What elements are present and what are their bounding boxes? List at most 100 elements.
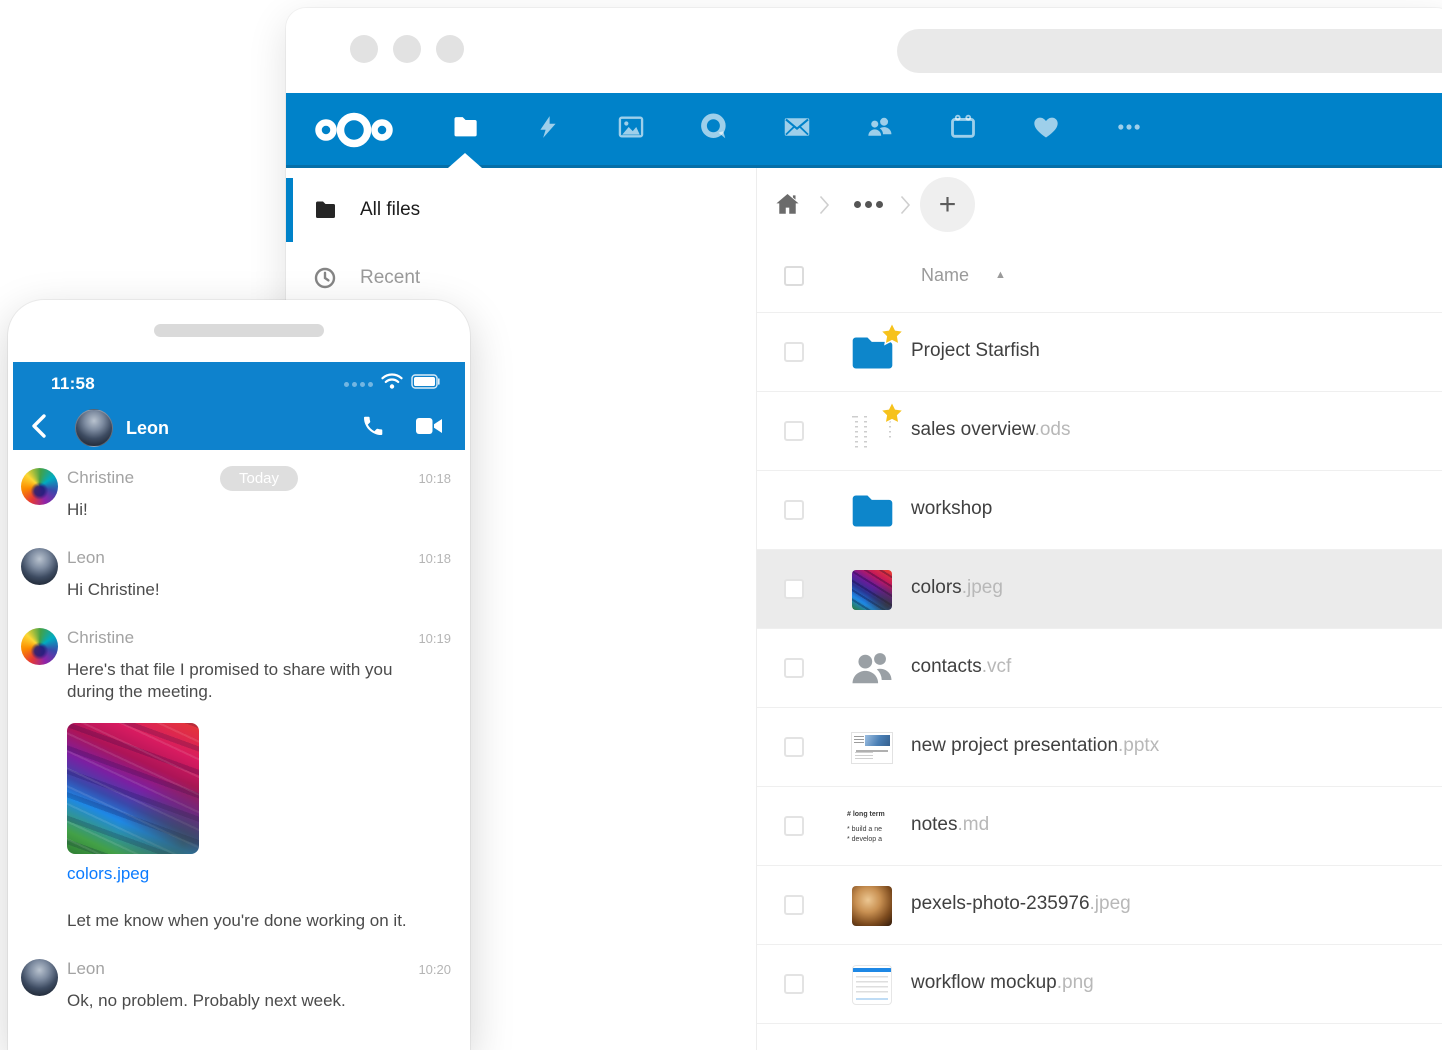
row-checkbox[interactable] — [784, 895, 804, 915]
back-button[interactable] — [29, 413, 49, 444]
message-author: Leon — [67, 959, 105, 978]
row-checkbox[interactable] — [784, 500, 804, 520]
file-list-panel: + Name ▲ Project Starfish — [756, 168, 1442, 1050]
nextcloud-logo-icon[interactable] — [310, 112, 398, 153]
file-icon — [847, 960, 897, 1010]
file-row[interactable]: contacts.vcf — [757, 629, 1442, 708]
activity-app-button[interactable] — [521, 93, 575, 165]
photos-app-button[interactable] — [604, 93, 658, 165]
file-icon — [847, 723, 897, 773]
file-name: Project Starfish — [911, 340, 1040, 362]
message-author: Leon — [67, 548, 105, 567]
files-app-button[interactable] — [438, 93, 492, 165]
video-call-button[interactable] — [415, 415, 443, 442]
name-column-header[interactable]: Name — [921, 265, 969, 286]
phone-screen: 11:58 — [13, 362, 465, 1050]
file-table-body: Project Starfish sales overview.ods work… — [757, 313, 1442, 1024]
voice-call-button[interactable] — [361, 414, 385, 443]
file-icon — [847, 881, 897, 931]
window-control-dot[interactable] — [436, 35, 464, 63]
contacts-app-button[interactable] — [853, 93, 907, 165]
folder-icon — [451, 113, 479, 146]
file-table-header: Name ▲ — [757, 240, 1442, 313]
app-menu — [438, 93, 1156, 165]
mail-icon — [782, 113, 812, 146]
favorite-star-icon — [879, 400, 905, 426]
address-bar[interactable] — [897, 29, 1442, 73]
message-time: 10:20 — [418, 962, 451, 977]
sort-ascending-icon[interactable]: ▲ — [995, 269, 1006, 281]
file-row[interactable]: new project presentation.pptx — [757, 708, 1442, 787]
row-checkbox[interactable] — [784, 816, 804, 836]
message-time: 10:18 — [418, 471, 451, 486]
file-row[interactable]: Project Starfish — [757, 313, 1442, 392]
status-bar-time: 11:58 — [51, 374, 95, 394]
calendar-icon — [949, 113, 977, 146]
row-checkbox[interactable] — [784, 737, 804, 757]
talk-icon — [699, 112, 729, 147]
message-author: Christine — [67, 468, 134, 487]
chat-message-list: Christine Today 10:18 Hi! Leon 10:18 Hi … — [13, 450, 465, 1050]
presentation-thumbnail — [851, 732, 893, 764]
heart-icon — [1031, 113, 1061, 146]
phone-mockup: 11:58 — [8, 300, 470, 1050]
chat-message: Christine Today 10:18 Hi! — [13, 468, 465, 521]
avatar — [21, 548, 58, 585]
phone-speaker — [154, 324, 324, 337]
talk-app-button[interactable] — [687, 93, 741, 165]
row-checkbox[interactable] — [784, 974, 804, 994]
browser-chrome — [286, 8, 1442, 93]
chat-contact-name: Leon — [126, 418, 169, 439]
favorite-star-icon — [879, 321, 905, 347]
row-checkbox[interactable] — [784, 421, 804, 441]
file-name: workshop — [911, 498, 992, 520]
favorites-app-button[interactable] — [1019, 93, 1073, 165]
file-row[interactable]: colors.jpeg — [757, 550, 1442, 629]
window-control-dot[interactable] — [393, 35, 421, 63]
sidebar-item-label: Recent — [360, 267, 420, 289]
chat-message: Leon 10:18 Hi Christine! — [13, 548, 465, 601]
more-apps-button[interactable] — [1102, 93, 1156, 165]
chevron-right-icon — [819, 195, 830, 220]
contacts-icon — [865, 113, 895, 146]
message-time: 10:19 — [418, 631, 451, 646]
row-checkbox[interactable] — [784, 579, 804, 599]
row-checkbox[interactable] — [784, 342, 804, 362]
sidebar-item-all-files[interactable]: All files — [286, 176, 756, 244]
contact-avatar[interactable] — [75, 409, 113, 447]
avatar — [21, 959, 58, 996]
file-icon: # long term* build a ne* develop a — [847, 802, 897, 852]
file-row[interactable]: pexels-photo-235976.jpeg — [757, 866, 1442, 945]
message-body: Hi! — [67, 499, 451, 521]
message-text: Hi Christine! — [67, 579, 427, 601]
mockup-thumbnail — [852, 965, 892, 1005]
message-time: 10:18 — [418, 551, 451, 566]
photo-thumbnail — [852, 886, 892, 926]
folder-icon — [850, 493, 895, 529]
row-checkbox[interactable] — [784, 658, 804, 678]
window-control-dot[interactable] — [350, 35, 378, 63]
file-row[interactable]: sales overview.ods — [757, 392, 1442, 471]
file-row[interactable]: workshop — [757, 471, 1442, 550]
message-body: Hi Christine! — [67, 579, 451, 601]
home-icon[interactable] — [774, 191, 801, 222]
file-name: new project presentation.pptx — [911, 735, 1159, 757]
file-icon — [847, 407, 897, 457]
file-name: pexels-photo-235976.jpeg — [911, 893, 1131, 915]
window-controls[interactable] — [350, 35, 464, 63]
select-all-checkbox[interactable] — [784, 266, 804, 286]
new-file-button[interactable]: + — [920, 177, 975, 232]
calendar-app-button[interactable] — [936, 93, 990, 165]
file-icon — [847, 486, 897, 536]
file-row[interactable]: # long term* build a ne* develop a notes… — [757, 787, 1442, 866]
attachment-file-link[interactable]: colors.jpeg — [67, 864, 451, 884]
photos-icon — [617, 113, 645, 146]
folder-icon — [313, 198, 337, 222]
shared-image-attachment[interactable] — [67, 723, 199, 854]
image-thumbnail — [852, 570, 892, 610]
clock-icon — [313, 266, 337, 290]
message-author: Christine — [67, 628, 134, 647]
breadcrumb-ellipsis-button[interactable] — [854, 201, 883, 208]
file-row[interactable]: workflow mockup.png — [757, 945, 1442, 1024]
mail-app-button[interactable] — [770, 93, 824, 165]
